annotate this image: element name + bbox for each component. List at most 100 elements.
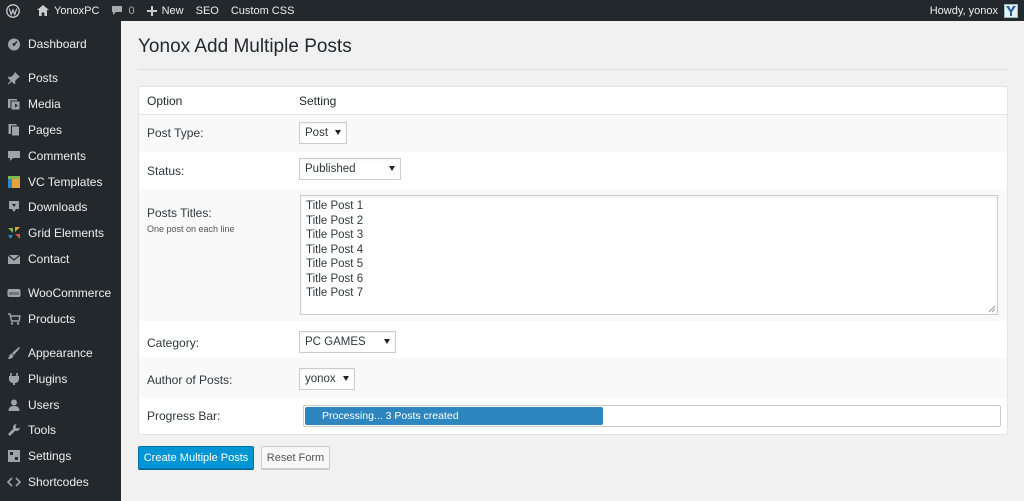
reset-form-button[interactable]: Reset Form (261, 446, 330, 469)
wordpress-logo[interactable] (0, 0, 31, 21)
title-divider (138, 69, 1008, 70)
sidebar-item-products[interactable]: Products (0, 307, 121, 331)
wordpress-icon (6, 3, 20, 18)
progress-bar: Processing... 3 Posts created (303, 405, 1001, 427)
svg-text:woo: woo (9, 291, 19, 297)
sidebar-item-label: Comments (28, 149, 87, 163)
site-name: YonoxPC (54, 4, 100, 17)
seo-link[interactable]: SEO (190, 0, 225, 21)
table-header-row: Option Setting (139, 87, 1007, 115)
category-select[interactable]: PC GAMES (299, 331, 396, 353)
category-value: PC GAMES (305, 336, 366, 348)
sidebar-item-label: Pages (28, 123, 63, 137)
grid-elements-icon (7, 226, 21, 240)
title-line: Title Post 1 (306, 200, 364, 212)
sidebar-item-woocommerce[interactable]: woo WooCommerce (0, 281, 121, 305)
woocommerce-icon: woo (7, 286, 21, 300)
sidebar-item-vc-templates[interactable]: VC Templates (0, 170, 121, 194)
sidebar-item-media[interactable]: Media (0, 92, 121, 116)
sidebar-item-shortcodes[interactable]: Shortcodes (0, 470, 121, 494)
status-select[interactable]: Published (299, 158, 401, 180)
media-icon (7, 97, 21, 111)
titles-label: Posts Titles: (147, 206, 212, 220)
admin-bar: YonoxPC 0 New SEO Custom CSS Howdy, yono… (0, 0, 1024, 21)
pages-icon (7, 123, 21, 137)
column-header-option: Option (147, 94, 183, 108)
avatar[interactable] (1004, 3, 1018, 18)
category-label: Category: (147, 336, 200, 350)
sidebar-item-label: Shortcodes (28, 475, 89, 489)
sidebar-item-label: Plugins (28, 372, 68, 386)
comment-icon (112, 6, 123, 15)
sidebar-item-plugins[interactable]: Plugins (0, 367, 121, 391)
resize-handle-icon[interactable] (988, 305, 996, 313)
title-line: Title Post 2 (306, 214, 364, 227)
custom-css-label: Custom CSS (230, 4, 295, 17)
seo-label: SEO (195, 4, 219, 17)
sidebar-item-label: Contact (28, 252, 70, 266)
sidebar-item-downloads[interactable]: Downloads (0, 195, 121, 219)
author-label: Author of Posts: (147, 373, 233, 387)
sidebar-item-comments[interactable]: Comments (0, 144, 121, 168)
sidebar-item-label: Users (28, 398, 60, 412)
sidebar-item-label: Products (28, 312, 76, 326)
chevron-down-icon (384, 339, 390, 344)
sidebar-item-grid-elements[interactable]: Grid Elements (0, 221, 121, 245)
author-select[interactable]: yonox (299, 368, 355, 390)
table-row-author: Author of Posts: yonox (139, 358, 1007, 398)
new-content-link[interactable]: New (141, 0, 190, 21)
dashboard-icon (7, 37, 21, 51)
code-icon (7, 475, 21, 489)
account-menu[interactable]: Howdy, yonox (929, 3, 1024, 18)
site-name-link[interactable]: YonoxPC (31, 0, 105, 21)
sidebar-item-label: Appearance (28, 346, 93, 360)
comment-icon (7, 149, 21, 163)
brush-icon (7, 346, 21, 360)
sidebar-item-appearance[interactable]: Appearance (0, 341, 121, 365)
title-line: Title Post 7 (306, 287, 364, 299)
titles-hint: One post on each line (147, 224, 235, 234)
post-type-value: Post (305, 127, 329, 139)
sidebar-item-label: VC Templates (28, 175, 103, 189)
cart-icon (7, 312, 21, 326)
settings-icon (7, 449, 21, 463)
user-icon (7, 398, 21, 412)
sidebar-item-pages[interactable]: Pages (0, 118, 121, 142)
table-row-category: Category: PC GAMES (139, 321, 1007, 358)
page-title: Yonox Add Multiple Posts (138, 36, 352, 57)
pin-icon (7, 71, 21, 85)
sidebar-item-dashboard[interactable]: Dashboard (0, 32, 121, 56)
sidebar-item-posts[interactable]: Posts (0, 66, 121, 90)
title-line: Title Post 5 (306, 258, 364, 270)
sidebar-item-users[interactable]: Users (0, 393, 121, 417)
progress-label: Progress Bar: (147, 409, 221, 423)
sidebar-item-contact[interactable]: Contact (0, 247, 121, 271)
plugin-icon (7, 372, 21, 386)
mail-icon (7, 252, 21, 266)
title-line: Title Post 4 (306, 243, 364, 256)
sidebar-item-label: Posts (28, 71, 59, 85)
comments-count: 0 (128, 4, 135, 17)
table-row-status: Status: Published (139, 152, 1007, 189)
column-header-setting: Setting (299, 94, 337, 108)
sidebar-item-label: Downloads (28, 200, 88, 214)
status-value: Published (305, 163, 356, 175)
chevron-down-icon (343, 376, 349, 381)
post-type-select[interactable]: Post (299, 122, 347, 144)
posts-titles-textarea[interactable]: Title Post 1 Title Post 2 Title Post 3 T… (300, 195, 998, 315)
sidebar-item-label: WooCommerce (28, 286, 112, 300)
vc-templates-icon (7, 175, 21, 189)
title-line: Title Post 3 (306, 229, 364, 241)
sidebar-item-tools[interactable]: Tools (0, 418, 121, 442)
howdy-text: Howdy, yonox (929, 4, 998, 17)
sidebar-item-label: Dashboard (28, 37, 87, 51)
create-multiple-posts-button[interactable]: Create Multiple Posts (138, 446, 254, 469)
sidebar-item-label: Settings (28, 449, 72, 463)
sidebar-item-settings[interactable]: Settings (0, 444, 121, 468)
custom-css-link[interactable]: Custom CSS (225, 0, 301, 21)
comments-link[interactable]: 0 (105, 0, 140, 21)
progress-bar-fill: Processing... 3 Posts created (305, 407, 603, 425)
title-line: Title Post 6 (306, 272, 364, 285)
post-type-label: Post Type: (147, 126, 204, 140)
wrench-icon (7, 423, 21, 437)
